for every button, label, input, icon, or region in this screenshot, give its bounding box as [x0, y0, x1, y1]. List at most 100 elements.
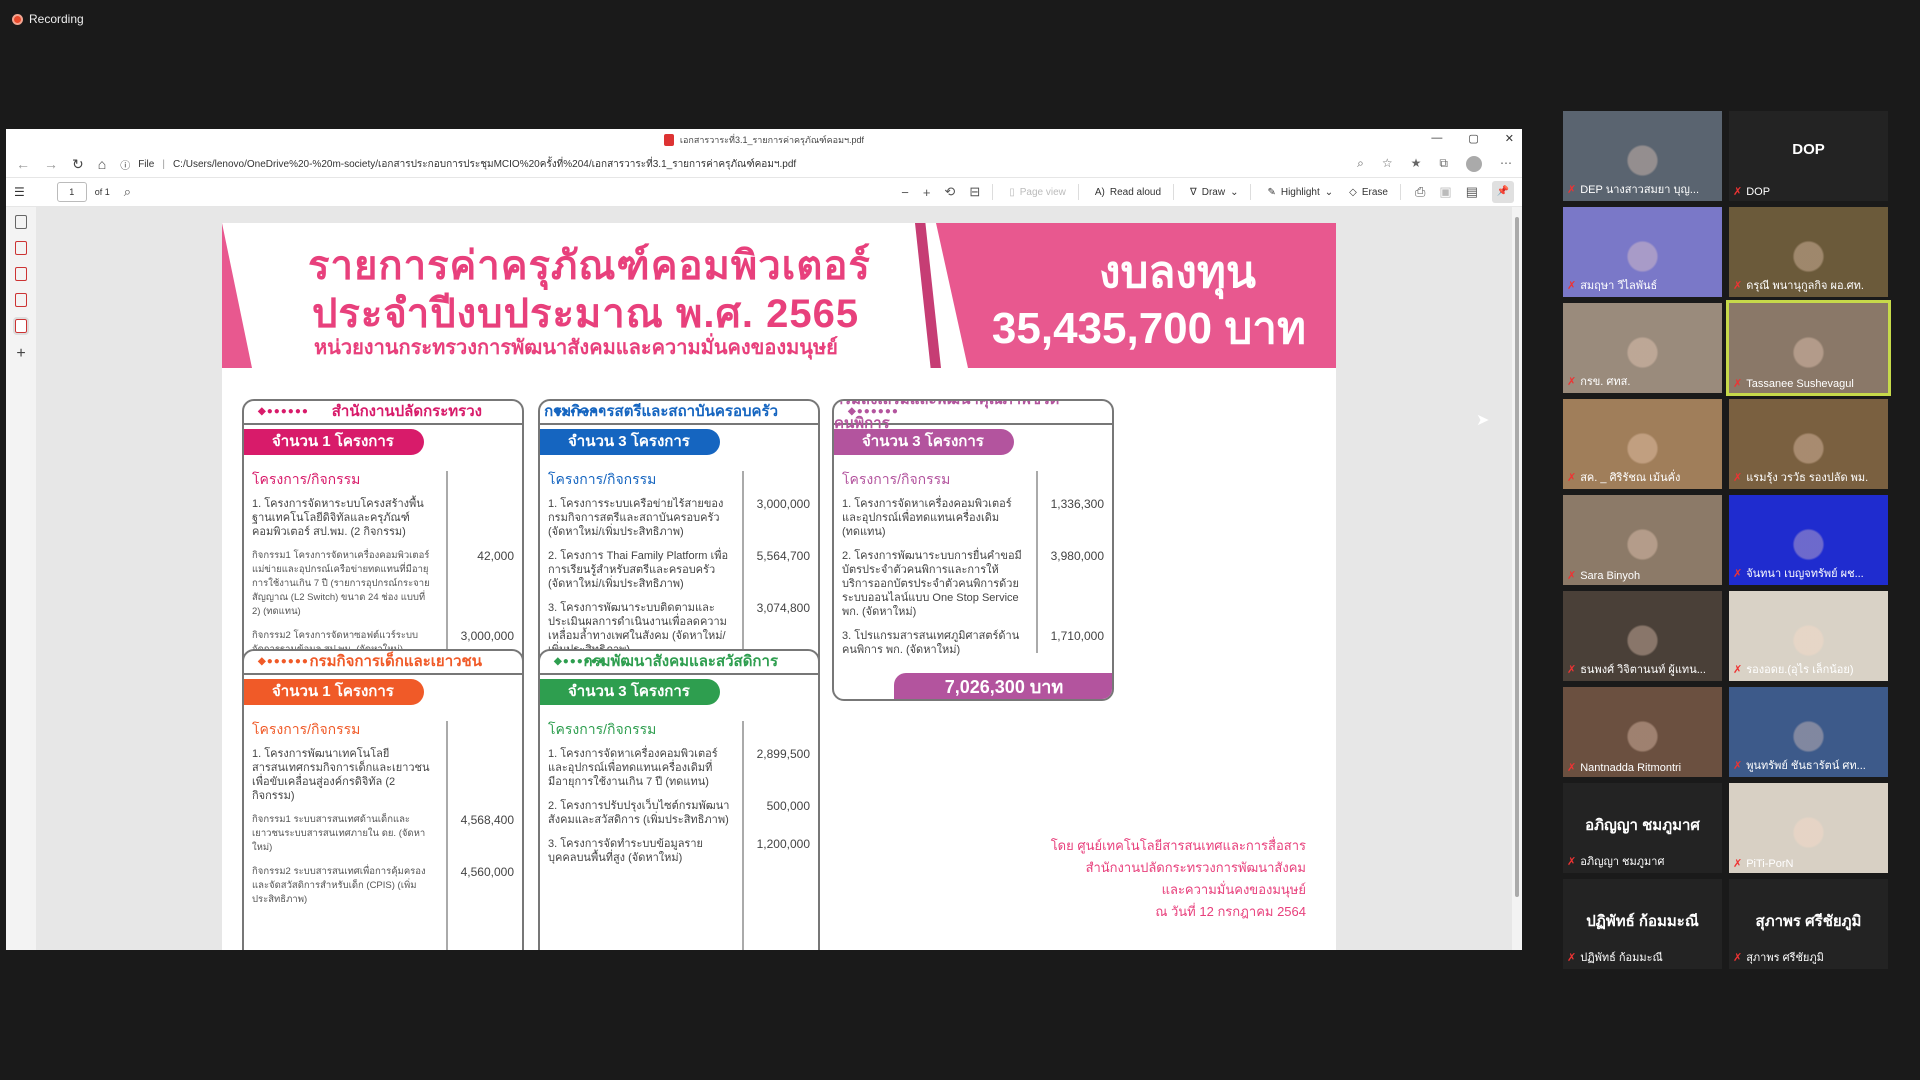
- favorite-add-icon[interactable]: ☆: [1382, 156, 1393, 172]
- thumbnail-sidebar: +: [6, 207, 36, 950]
- participant-tile[interactable]: ✗ Nantnadda Ritmontri: [1563, 687, 1722, 777]
- rotate-icon[interactable]: ⟲: [944, 184, 955, 200]
- url-text[interactable]: C:/Users/lenovo/OneDrive%20-%20m-society…: [173, 157, 796, 172]
- muted-mic-icon: ✗: [1567, 375, 1577, 388]
- participant-tile[interactable]: DOP ✗ DOP: [1729, 111, 1888, 201]
- project-name: 3. โปรแกรมสารสนเทศภูมิศาสตร์ด้านคนพิการ …: [842, 630, 1020, 656]
- participant-tile[interactable]: สุภาพร ศรีชัยภูมิ ✗ สุภาพร ศรีชัยภูมิ: [1729, 879, 1888, 969]
- participant-tile[interactable]: ✗ ดรุณี พนานุกูลกิจ ผอ.ศท.: [1729, 207, 1888, 297]
- participant-tile[interactable]: ✗ สค. _ ศิริรัชณ เม้นคั่ง: [1563, 399, 1722, 489]
- maximize-button[interactable]: ▢: [1468, 132, 1478, 145]
- column-header: โครงการ/กิจกรรม: [252, 471, 361, 487]
- project-name: 1. โครงการระบบเครือข่ายไร้สายของกรมกิจกา…: [548, 498, 724, 538]
- pdf-tab-icon[interactable]: [15, 293, 27, 307]
- erase-button[interactable]: ◇ Erase: [1349, 187, 1388, 198]
- muted-mic-icon: ✗: [1733, 471, 1743, 484]
- department-total: 7,026,300 บาท: [894, 673, 1112, 699]
- project-row: 2. โครงการ Thai Family Platform เพื่อการ…: [548, 549, 810, 591]
- record-icon: [12, 13, 23, 25]
- pdf-tab-icon[interactable]: [13, 317, 29, 335]
- file-label: File: [138, 158, 155, 170]
- window-title: เอกสารวาระที่3.1_รายการค่าครุภัณฑ์คอมฯ.p…: [679, 135, 865, 145]
- participant-name-label: ✗ สค. _ ศิริรัชณ เม้นคั่ง: [1567, 471, 1681, 485]
- pin-toolbar-icon[interactable]: 📌: [1492, 181, 1514, 203]
- participant-tile[interactable]: ✗ PiTi-PorN: [1729, 783, 1888, 873]
- collections-icon[interactable]: ⧉: [1439, 156, 1448, 172]
- zoom-icon[interactable]: ⌕: [1357, 156, 1364, 172]
- project-amount: 4,568,400: [460, 813, 514, 827]
- participant-tile[interactable]: ✗ รองอดย.(อุไร เล็กน้อย): [1729, 591, 1888, 681]
- participant-name-label: ✗ อภิญญา ชมภูมาศ: [1567, 855, 1665, 869]
- home-icon[interactable]: ⌂: [98, 156, 106, 172]
- muted-mic-icon: ✗: [1733, 951, 1743, 964]
- participant-name-label: ✗ รองอดย.(อุไร เล็กน้อย): [1733, 663, 1854, 677]
- highlight-button[interactable]: ✎ Highlight ⌄: [1267, 187, 1333, 198]
- profile-avatar[interactable]: [1466, 156, 1482, 172]
- project-row: 1. โครงการจัดหาเครื่องคอมพิวเตอร์และอุปก…: [548, 747, 810, 789]
- contents-icon[interactable]: ☰: [14, 185, 25, 199]
- read-aloud-button[interactable]: A) Read aloud: [1095, 187, 1161, 198]
- muted-mic-icon: ✗: [1567, 855, 1577, 868]
- fit-page-icon[interactable]: ⊟: [969, 184, 980, 200]
- project-row: 2. โครงการปรับปรุงเว็บไซต์กรมพัฒนาสังคมแ…: [548, 799, 810, 827]
- pdf-tab-icon[interactable]: [15, 241, 27, 255]
- meeting-stage: Recording เอกสารวาระที่3.1_รายการค่าครุภ…: [0, 0, 1920, 1080]
- refresh-icon[interactable]: ↻: [72, 156, 84, 173]
- participant-tile[interactable]: ✗ พูนทรัพย์ ชันธารัตน์ ศท...: [1729, 687, 1888, 777]
- close-button[interactable]: ✕: [1505, 132, 1514, 145]
- pdf-file-icon: [663, 134, 674, 146]
- column-header: โครงการ/กิจกรรม: [548, 471, 657, 487]
- search-icon[interactable]: ⌕: [124, 184, 131, 200]
- participant-tile[interactable]: ✗ ธนพงศ์ วิจิตานนท์ ผู้แทน...: [1563, 591, 1722, 681]
- back-icon[interactable]: ←: [16, 156, 30, 172]
- participant-display-name: สุภาพร ศรีชัยภูมิ: [1755, 913, 1862, 930]
- vertical-scrollbar[interactable]: [1512, 207, 1522, 950]
- project-name: 2. โครงการพัฒนาระบบการยื่นคำขอมีบัตรประจ…: [842, 550, 1022, 618]
- participant-tile[interactable]: ✗ แรมรุ้ง วรวัธ รองปลัด พม.: [1729, 399, 1888, 489]
- budget-amount: 35,435,700 บาท: [991, 304, 1306, 353]
- participant-tile[interactable]: ✗ สมฤษา วีไลพันธ์: [1563, 207, 1722, 297]
- save-icon[interactable]: ▣: [1439, 184, 1451, 200]
- participant-tile[interactable]: ✗ จันทนา เบญจทรัพย์ ผช...: [1729, 495, 1888, 585]
- participant-tile[interactable]: อภิญญา ชมภูมาศ ✗ อภิญญา ชมภูมาศ: [1563, 783, 1722, 873]
- participant-tile[interactable]: ✗ Sara Binyoh: [1563, 495, 1722, 585]
- project-amount: 42,000: [477, 549, 514, 563]
- participant-name-label: ✗ DEP นางสาวสมยา บุญ...: [1567, 183, 1699, 197]
- muted-mic-icon: ✗: [1733, 186, 1743, 198]
- draw-button[interactable]: ∇ Draw ⌄: [1190, 187, 1238, 198]
- page-number-input[interactable]: 1: [56, 182, 87, 202]
- project-amount: [442, 497, 514, 539]
- more-icon[interactable]: ⋯: [1500, 156, 1512, 172]
- info-icon[interactable]: ⓘ: [120, 157, 130, 172]
- project-row: กิจกรรม1 ระบบสารสนเทศด้านเด็กและเยาวชนระ…: [252, 813, 514, 855]
- participant-tile[interactable]: ✗ DEP นางสาวสมยา บุญ...: [1563, 111, 1722, 201]
- url-field[interactable]: ⓘ File | C:/Users/lenovo/OneDrive%20-%20…: [120, 157, 1343, 172]
- project-count: จำนวน 1 โครงการ: [244, 679, 424, 705]
- muted-mic-icon: ✗: [1733, 759, 1743, 772]
- participant-tile[interactable]: ✗ Tassanee Sushevagul: [1726, 300, 1891, 396]
- pdf-tab-icon[interactable]: [15, 267, 27, 281]
- url-separator: |: [162, 158, 165, 170]
- project-amount: 3,980,000: [1050, 549, 1104, 563]
- zoom-out-icon[interactable]: −: [901, 185, 909, 200]
- participant-name-label: ✗ ดรุณี พนานุกูลกิจ ผอ.ศท.: [1733, 279, 1864, 293]
- page-view-button[interactable]: ▯ Page view: [1009, 187, 1066, 198]
- forward-icon[interactable]: →: [44, 156, 58, 172]
- project-row: 2. โครงการพัฒนาระบบการยื่นคำขอมีบัตรประจ…: [842, 549, 1104, 619]
- department-name: ◆●●●●●● กรมกิจการสตรีและสถาบันครอบครัว: [540, 401, 818, 425]
- project-name: 1. โครงการจัดหาเครื่องคอมพิวเตอร์และอุปก…: [548, 748, 718, 788]
- project-count: จำนวน 3 โครงการ: [540, 679, 720, 705]
- project-amount: 4,560,000: [460, 865, 514, 879]
- favorites-icon[interactable]: ★: [1411, 156, 1422, 172]
- page-count: of 1: [94, 187, 110, 197]
- participant-name-label: ✗ จันทนา เบญจทรัพย์ ผช...: [1733, 567, 1864, 581]
- save-as-icon[interactable]: ▤: [1466, 184, 1478, 200]
- minimize-button[interactable]: —: [1431, 132, 1442, 145]
- print-icon[interactable]: ⎙: [1415, 184, 1425, 200]
- sidebar-toggle-icon[interactable]: [15, 215, 27, 229]
- add-tab-icon[interactable]: +: [16, 345, 25, 363]
- zoom-in-icon[interactable]: +: [923, 185, 931, 200]
- department-card: ◆●●●●●● กรมกิจการเด็กและเยาวชน จำนวน 1 โ…: [242, 649, 524, 950]
- participant-tile[interactable]: ✗ กรข. ศทส.: [1563, 303, 1722, 393]
- participant-tile[interactable]: ปฏิพัทธ์ ก้อมมะณี ✗ ปฏิพัทธ์ ก้อมมะณี: [1563, 879, 1722, 969]
